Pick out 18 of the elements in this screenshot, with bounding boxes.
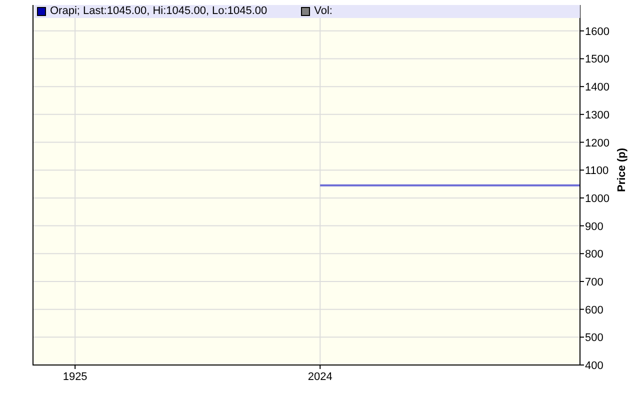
- y-tick-label: 1600: [585, 26, 610, 38]
- y-tick-label: 1300: [585, 109, 610, 122]
- y-tick-label: 600: [585, 304, 604, 316]
- legend-label: Vol:: [314, 5, 332, 18]
- y-tick-label: 800: [585, 248, 604, 261]
- y-tick-label: 900: [585, 220, 604, 233]
- y-tick-label: 400: [585, 360, 604, 372]
- y-tick-label: 1200: [585, 137, 610, 150]
- y-axis-title: Price (p): [616, 148, 628, 192]
- y-tick-label: 1000: [585, 192, 610, 205]
- legend-label: Orapi; Last:1045.00, Hi:1045.00, Lo:1045.00: [50, 5, 268, 18]
- y-tick-label: 500: [585, 332, 604, 344]
- x-tick-label: 1925: [62, 371, 88, 383]
- y-tick-label: 1400: [585, 82, 610, 94]
- y-tick-label: 1500: [585, 54, 610, 66]
- y-tick-label: 700: [585, 276, 604, 288]
- y-tick-label: 1100: [585, 165, 609, 178]
- x-tick-label: 2024: [308, 371, 332, 383]
